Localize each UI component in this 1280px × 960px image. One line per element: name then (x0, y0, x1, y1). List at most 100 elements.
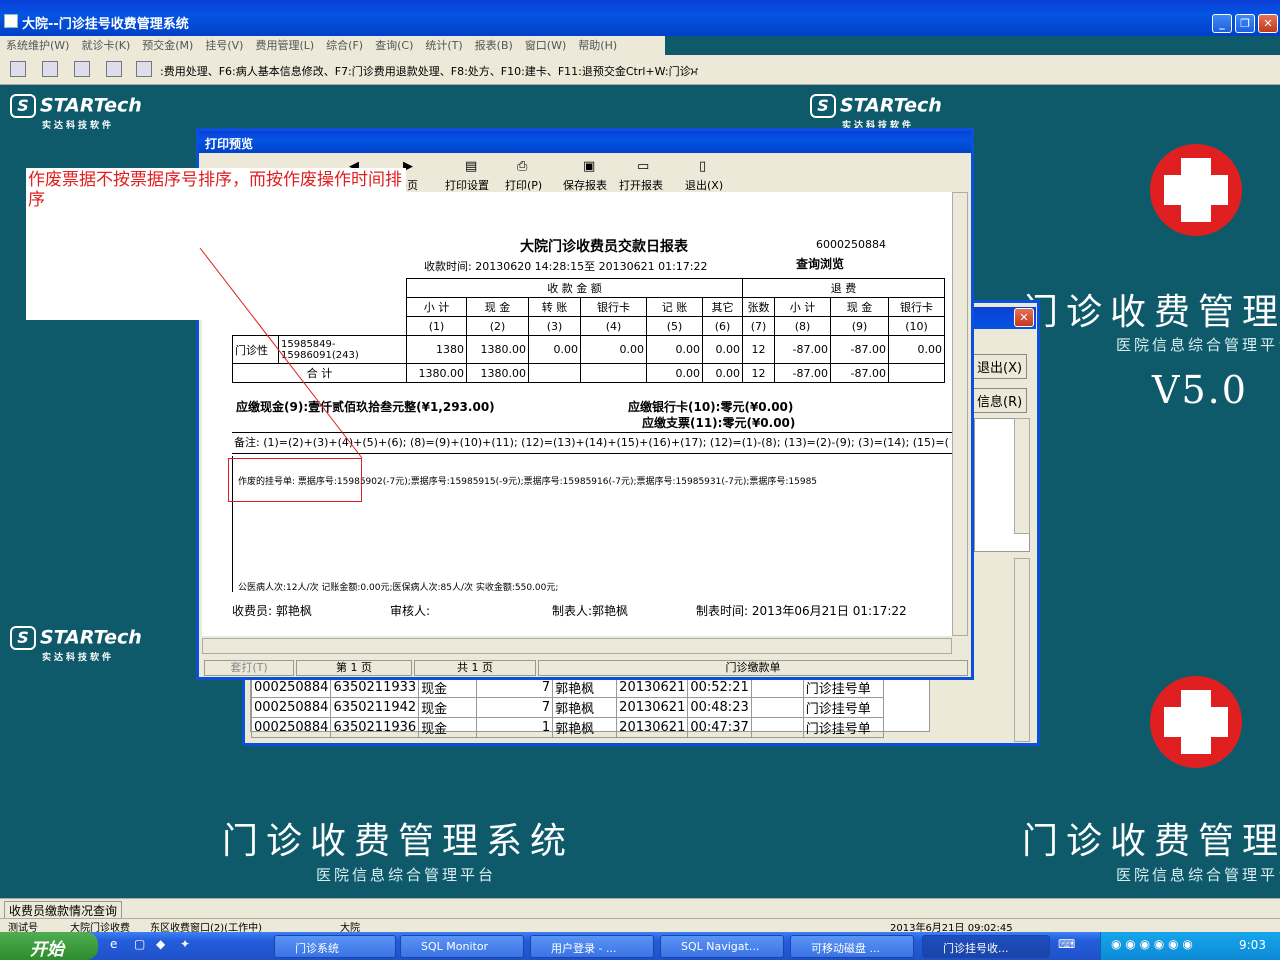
row-value: 1380.00 (466, 335, 529, 364)
row-value: 12 (742, 335, 775, 364)
printer-icon[interactable]: ⎙ (517, 159, 527, 174)
navigator-icon[interactable]: ✦ (180, 937, 190, 951)
grid-cell: 门诊挂号单 (802, 717, 884, 738)
info-button[interactable]: 信息(R) (972, 388, 1028, 413)
exit-preview-button[interactable]: 退出(X) (685, 177, 723, 193)
task-sql-navigator[interactable]: SQL Navigat... (660, 935, 784, 958)
total-value: 0.00 (702, 363, 743, 383)
row-value: -87.00 (774, 335, 831, 364)
table-row[interactable]: 000250884 6350211933 现金 7 郭艳枫 20130621 0… (250, 677, 884, 698)
startech-logo-bottom: S STARTech 实达科技软件 (10, 626, 142, 663)
task-clinic-system[interactable]: 门诊系统 (274, 935, 396, 958)
grid-cell: 6350211936 (330, 717, 420, 738)
preview-hscroll[interactable] (202, 638, 952, 654)
tray-icons[interactable]: ◉ ◉ ◉ ◉ ◉ ◉ (1111, 937, 1193, 951)
grid-cell: 00:52:21 (687, 677, 752, 698)
grid-cell: 20130621 (616, 697, 689, 718)
total-value: 12 (742, 363, 775, 383)
minimize-button[interactable]: _ (1212, 14, 1232, 33)
start-button[interactable]: 开始 (0, 932, 98, 960)
clock: 9:03 (1239, 938, 1266, 952)
grid-cell: 1 (476, 717, 554, 738)
version-label: V5.0 (1152, 368, 1248, 412)
preview-vscroll[interactable] (952, 192, 968, 636)
card-icon[interactable] (106, 61, 122, 77)
menu-stats[interactable]: 统计(T) (419, 36, 468, 55)
menu-reports[interactable]: 报表(B) (469, 36, 519, 55)
column-number: (4) (580, 316, 647, 336)
grid-icon[interactable] (136, 61, 152, 77)
print-setup-button[interactable]: 打印设置 (445, 177, 489, 193)
column-header: 银行卡 (580, 297, 647, 317)
keyboard-icon[interactable]: ⌨ (1058, 937, 1075, 951)
column-number: (10) (888, 316, 945, 336)
close-button[interactable]: ✕ (1258, 14, 1278, 33)
toolbar: :费用处理、F6:病人基本信息修改、F7:门诊费用退款处理、F8:处方、F10:… (0, 55, 1280, 85)
platform-subtitle-right: 医院信息综合管理平台 (1116, 336, 1280, 354)
media-icon[interactable]: ◆ (156, 937, 165, 951)
shortcut-hint: :费用处理、F6:病人基本信息修改、F7:门诊费用退款处理、F8:处方、F10:… (160, 65, 698, 78)
task-removable-disk[interactable]: 可移动磁盘 ... (790, 935, 914, 958)
menu-fees[interactable]: 费用管理(L) (249, 36, 320, 55)
grid-cell: 20130621 (616, 717, 689, 738)
save-icon[interactable]: ▣ (583, 159, 595, 174)
print-button[interactable]: 打印(P) (505, 177, 542, 193)
card-due: 应缴银行卡(10):零元(¥0.00) (628, 400, 794, 414)
column-number: (5) (646, 316, 703, 336)
menu-query[interactable]: 查询(C) (369, 36, 419, 55)
task-user-login[interactable]: 用户登录 - ... (530, 935, 654, 958)
remark-line: 备注: (1)=(2)+(3)+(4)+(5)+(6); (8)=(9)+(10… (232, 432, 952, 454)
overprint-checkbox[interactable]: 套打(T) (204, 660, 294, 676)
row-value: 0.00 (646, 335, 703, 364)
book-icon[interactable] (74, 61, 90, 77)
table-row: 合 计 1380.00 1380.00 0.00 0.00 12 -87.00 … (232, 363, 945, 383)
payment-grid: 000250884 6350211933 现金 7 郭艳枫 20130621 0… (250, 676, 930, 738)
ie-icon[interactable]: e (110, 937, 117, 951)
system-tray: ◉ ◉ ◉ ◉ ◉ ◉ 9:03 (1100, 932, 1280, 960)
menu-register[interactable]: 挂号(V) (199, 36, 249, 55)
platform-subtitle: 医院信息综合管理平台 (316, 866, 497, 884)
task-registration[interactable]: 门诊挂号收... (922, 935, 1050, 958)
exit-button[interactable]: 退出(X) (972, 354, 1028, 379)
row-range: 15985849-15986091(243) (278, 335, 407, 364)
page-number: 第 1 页 (296, 660, 412, 676)
menu-window[interactable]: 窗口(W) (519, 36, 572, 55)
column-header: 小 计 (406, 297, 467, 317)
query-close-button[interactable]: ✕ (1014, 308, 1034, 327)
column-header: 记 账 (646, 297, 703, 317)
column-header: 现 金 (466, 297, 529, 317)
grid-cell: 现金 (418, 717, 478, 738)
column-number: (6) (702, 316, 743, 336)
restore-button[interactable]: ❐ (1235, 14, 1255, 33)
menu-card[interactable]: 就诊卡(K) (75, 36, 136, 55)
folder-icon[interactable]: ▭ (637, 159, 649, 174)
list-scrollbar[interactable] (1014, 418, 1030, 534)
menu-general[interactable]: 综合(F) (320, 36, 369, 55)
open-report-button[interactable]: 打开报表 (619, 177, 663, 193)
menu-help[interactable]: 帮助(H) (572, 36, 623, 55)
report-code: 6000250884 (816, 238, 886, 251)
menu-deposit[interactable]: 预交金(M) (136, 36, 199, 55)
table-row[interactable]: 000250884 6350211936 现金 1 郭艳枫 20130621 0… (250, 717, 884, 738)
red-cross-icon-bottom (1150, 676, 1242, 768)
document-icon[interactable] (42, 61, 58, 77)
save-report-button[interactable]: 保存报表 (563, 177, 607, 193)
grid-cell: 6350211942 (330, 697, 420, 718)
print-setup-icon[interactable]: ▤ (465, 159, 477, 174)
column-header: 张数 (742, 297, 775, 317)
report-title: 大院门诊收费员交款日报表 (520, 239, 688, 255)
total-value: 1380.00 (406, 363, 467, 383)
column-header: 小 计 (774, 297, 831, 317)
annotation-highlight-box (228, 458, 362, 502)
task-sql-monitor[interactable]: SQL Monitor (400, 935, 524, 958)
grid-scrollbar[interactable] (1014, 558, 1030, 742)
desktop-icon[interactable]: ▢ (134, 937, 145, 951)
row-value: 0.00 (580, 335, 647, 364)
menu-system[interactable]: 系统维护(W) (0, 36, 75, 55)
table-row[interactable]: 000250884 6350211942 现金 7 郭艳枫 20130621 0… (250, 697, 884, 718)
door-exit-icon[interactable]: ▯ (699, 159, 706, 174)
grid-cell: 6350211933 (330, 677, 420, 698)
grid-cell: 7 (476, 697, 554, 718)
thermometer-icon[interactable] (10, 61, 26, 77)
status-bar-secondary: 测试号 大院门诊收费 东区收费窗口(2)(工作中) 大院 2013年6月21日 … (0, 918, 1280, 934)
